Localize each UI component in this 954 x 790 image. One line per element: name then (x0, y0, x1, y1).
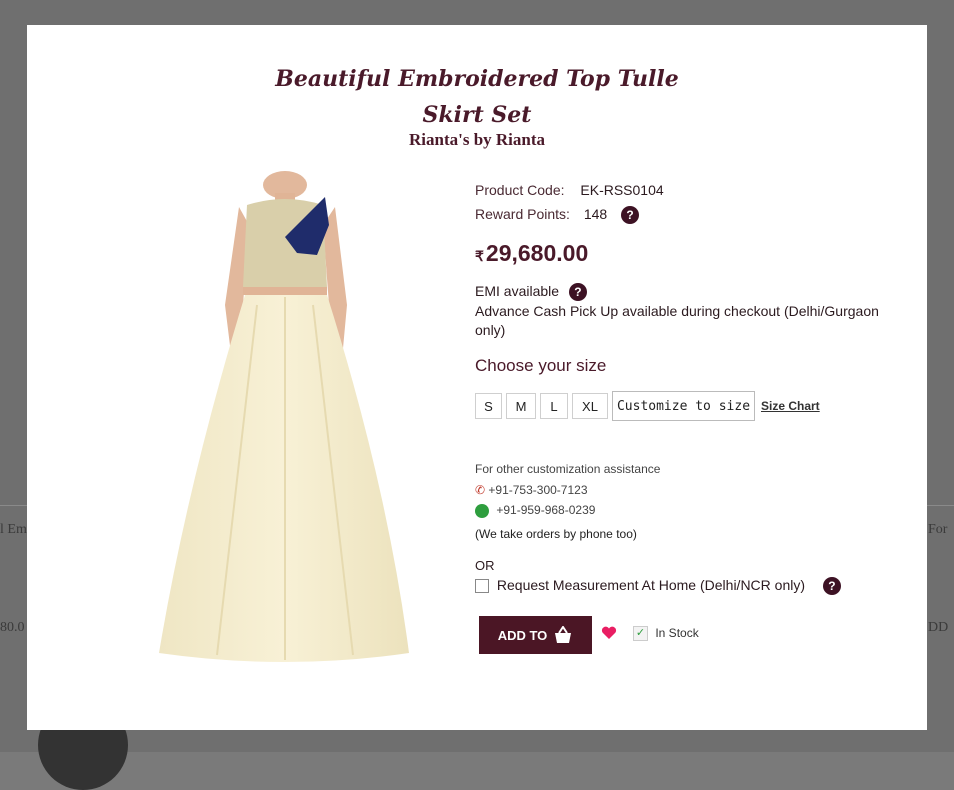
phone-row: ✆ +91-753-300-7123 (475, 483, 588, 497)
product-code-row: Product Code: EK-RSS0104 (475, 182, 664, 198)
measurement-row: Request Measurement At Home (Delhi/NCR o… (475, 577, 841, 596)
emi-row: EMI available ? (475, 283, 587, 302)
whatsapp-icon (475, 503, 489, 518)
emi-label: EMI available (475, 283, 560, 299)
size-chart-link[interactable]: Size Chart (761, 399, 820, 413)
product-code-label: Product Code: (475, 182, 565, 198)
rupee-icon: ₹ (475, 248, 484, 264)
bg-product-title-right: For (928, 522, 948, 537)
product-title: Beautiful Embroidered Top Tulle Skirt Se… (27, 61, 927, 133)
product-code-value: EK-RSS0104 (580, 182, 664, 198)
basket-icon (555, 626, 572, 643)
question-icon[interactable]: ? (621, 206, 640, 225)
reward-points-label: Reward Points: (475, 206, 570, 222)
product-brand: Rianta's by Rianta (408, 130, 546, 149)
size-option-l[interactable]: L (540, 393, 568, 419)
question-icon[interactable]: ? (568, 283, 587, 302)
product-quickview-modal: Beautiful Embroidered Top Tulle Skirt Se… (27, 25, 927, 730)
phone-icon: ✆ (475, 483, 486, 497)
measurement-label: Request Measurement At Home (Delhi/NCR o… (496, 577, 806, 593)
bg-divider-right (927, 505, 954, 506)
reward-points-value: 148 (583, 206, 608, 222)
whatsapp-row: +91-959-968-0239 (475, 503, 595, 518)
choose-size-heading: Choose your size (475, 356, 607, 375)
stock-label: In Stock (655, 626, 699, 640)
phone-number[interactable]: +91-753-300-7123 (488, 483, 587, 497)
price-value: 29,680.00 (485, 240, 589, 266)
assistance-text: For other customization assistance (475, 462, 661, 476)
reward-points-row: Reward Points: 148 ? (475, 206, 640, 225)
product-title-line2: Skirt Set (422, 102, 532, 128)
or-label: OR (475, 558, 495, 573)
whatsapp-number[interactable]: +91-959-968-0239 (496, 503, 595, 517)
advance-cash-text: Advance Cash Pick Up available during ch… (475, 303, 879, 338)
question-icon[interactable]: ? (822, 577, 841, 596)
bg-divider-left (0, 505, 27, 506)
size-option-s[interactable]: S (475, 393, 502, 419)
check-icon: ✓ (633, 626, 648, 642)
stock-status: ✓ In Stock (633, 626, 699, 642)
size-option-xl[interactable]: XL (572, 393, 608, 419)
add-to-cart-button[interactable]: ADD TO (479, 616, 592, 654)
bg-product-price-right: DD (928, 620, 949, 635)
phone-note: (We take orders by phone too) (475, 527, 637, 541)
customize-size-button[interactable]: Customize to size (612, 391, 755, 421)
add-to-label: ADD TO (497, 627, 548, 643)
size-option-m[interactable]: M (506, 393, 536, 419)
product-title-line1: Beautiful Embroidered Top Tulle (275, 66, 679, 92)
heart-icon[interactable] (601, 626, 617, 640)
product-price: ₹29,680.00 (475, 240, 588, 267)
measurement-checkbox[interactable] (475, 579, 489, 594)
product-image[interactable] (147, 165, 427, 665)
bg-product-price-left: 80.0 (0, 620, 25, 635)
bg-product-title-left: l Em (0, 522, 27, 537)
size-selector: S M L XL Customize to size Size Chart (475, 391, 820, 421)
